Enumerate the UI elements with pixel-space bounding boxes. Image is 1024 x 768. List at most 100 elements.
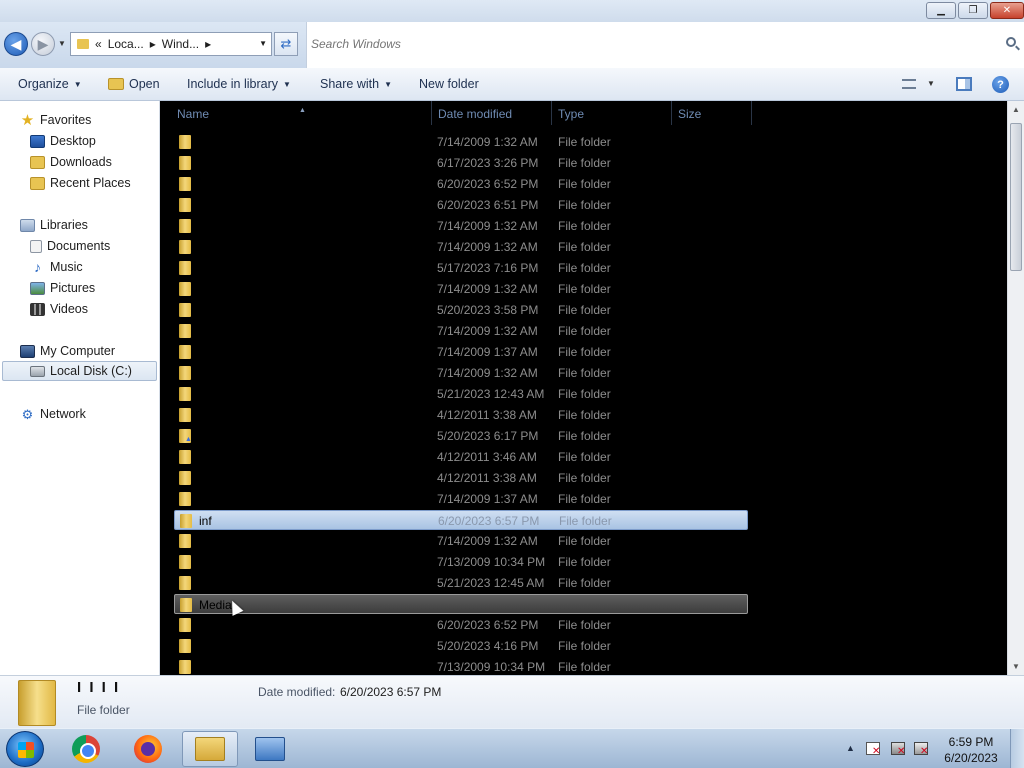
search-icon[interactable] bbox=[1006, 37, 1016, 47]
column-size[interactable]: Size bbox=[678, 107, 701, 121]
column-headers: ▲ Name Date modified Type Size bbox=[160, 101, 1007, 125]
taskbar-explorer[interactable] bbox=[182, 731, 238, 767]
file-name: inf bbox=[199, 514, 212, 528]
column-name[interactable]: Name bbox=[177, 107, 209, 121]
file-type: File folder bbox=[558, 555, 611, 569]
taskbar-chrome[interactable] bbox=[58, 731, 114, 767]
share-with-button[interactable]: Share with ▼ bbox=[320, 77, 392, 91]
view-options-dropdown[interactable]: ▼ bbox=[927, 79, 935, 88]
file-row[interactable]: 7/14/2009 1:32 AM File folder bbox=[174, 531, 748, 551]
file-row[interactable]: 4/12/2011 3:46 AM File folder bbox=[174, 447, 748, 467]
show-hidden-icons[interactable]: ▲ bbox=[846, 743, 855, 753]
recent-pages-dropdown[interactable]: ▼ bbox=[58, 39, 66, 48]
file-row[interactable]: 7/13/2009 10:34 PM File folder bbox=[174, 552, 748, 572]
nav-label: Documents bbox=[47, 239, 111, 253]
column-divider[interactable] bbox=[551, 101, 552, 125]
file-row[interactable]: 6/20/2023 6:51 PM File folder bbox=[174, 195, 748, 215]
file-row[interactable]: 6/20/2023 6:52 PM File folder bbox=[174, 174, 748, 194]
address-dropdown-icon[interactable]: ▼ bbox=[259, 39, 267, 48]
file-row[interactable]: 5/21/2023 12:43 AM File folder bbox=[174, 384, 748, 404]
column-date-modified[interactable]: Date modified bbox=[438, 107, 512, 121]
breadcrumb-separator[interactable]: ▸ bbox=[205, 37, 211, 51]
search-box bbox=[306, 22, 1024, 68]
file-row[interactable]: inf 6/20/2023 6:57 PM File folder bbox=[174, 510, 748, 530]
file-date-modified: 6/20/2023 6:52 PM bbox=[437, 618, 539, 632]
nav-downloads[interactable]: Downloads bbox=[30, 152, 112, 172]
breadcrumb-windows[interactable]: Wind... bbox=[162, 37, 199, 51]
close-button[interactable]: ✕ bbox=[990, 2, 1024, 19]
help-icon[interactable]: ? bbox=[992, 76, 1009, 93]
scroll-up-icon[interactable]: ▲ bbox=[1012, 105, 1020, 114]
nav-local-disk[interactable]: Local Disk (C:) bbox=[2, 361, 157, 381]
file-row[interactable]: 5/21/2023 12:45 AM File folder bbox=[174, 573, 748, 593]
folder-icon bbox=[179, 345, 191, 359]
vertical-scrollbar[interactable]: ▲ ▼ bbox=[1007, 101, 1024, 675]
file-row[interactable]: 6/20/2023 6:52 PM File folder bbox=[174, 615, 748, 635]
volume-icon[interactable] bbox=[914, 742, 928, 757]
nav-music[interactable]: ♪ Music bbox=[30, 257, 83, 277]
file-row[interactable]: 7/14/2009 1:37 AM File folder bbox=[174, 342, 748, 362]
command-bar: Organize ▼ Open Include in library ▼ Share… bbox=[0, 68, 1024, 101]
scroll-down-icon[interactable]: ▼ bbox=[1012, 662, 1020, 671]
file-row[interactable]: ▲ 5/20/2023 6:17 PM File folder bbox=[174, 426, 748, 446]
nav-recent-places[interactable]: Recent Places bbox=[30, 173, 131, 193]
refresh-button[interactable]: ⇄ bbox=[274, 32, 298, 56]
minimize-button[interactable]: ▁ bbox=[926, 2, 956, 19]
column-divider[interactable] bbox=[431, 101, 432, 125]
back-button[interactable]: ◀ bbox=[4, 32, 28, 56]
file-row[interactable]: 7/14/2009 1:32 AM File folder bbox=[174, 132, 748, 152]
new-folder-button[interactable]: New folder bbox=[419, 77, 479, 91]
change-view-icon[interactable] bbox=[902, 79, 916, 89]
taskbar-firefox[interactable] bbox=[120, 731, 176, 767]
file-row[interactable]: 7/14/2009 1:32 AM File folder bbox=[174, 237, 748, 257]
recent-places-icon bbox=[30, 176, 45, 190]
file-row[interactable]: 5/20/2023 4:16 PM File folder bbox=[174, 636, 748, 656]
nav-favorites[interactable]: ★ Favorites bbox=[20, 110, 92, 130]
start-button[interactable] bbox=[6, 731, 44, 767]
organize-button[interactable]: Organize ▼ bbox=[18, 77, 82, 91]
file-row[interactable]: 4/12/2011 3:38 AM File folder bbox=[174, 405, 748, 425]
nav-network[interactable]: ⚙ Network bbox=[20, 404, 86, 424]
file-row[interactable]: 5/17/2023 7:16 PM File folder bbox=[174, 258, 748, 278]
preview-pane-icon[interactable] bbox=[956, 77, 972, 91]
search-input[interactable] bbox=[311, 34, 1001, 54]
file-row[interactable]: 7/14/2009 1:37 AM File folder bbox=[174, 489, 748, 509]
file-row[interactable]: Media bbox=[174, 594, 748, 614]
file-row[interactable]: 4/12/2011 3:38 AM File folder bbox=[174, 468, 748, 488]
file-date-modified: 5/20/2023 3:58 PM bbox=[437, 303, 539, 317]
file-row[interactable]: 5/20/2023 3:58 PM File folder bbox=[174, 300, 748, 320]
file-row[interactable]: 7/14/2009 1:32 AM File folder bbox=[174, 216, 748, 236]
refresh-icon: ⇄ bbox=[280, 36, 292, 51]
nav-desktop[interactable]: Desktop bbox=[30, 131, 96, 151]
nav-videos[interactable]: Videos bbox=[30, 299, 88, 319]
breadcrumb-separator[interactable]: ▸ bbox=[150, 37, 156, 51]
file-row[interactable]: 7/13/2009 10:34 PM File folder bbox=[174, 657, 748, 675]
scrollbar-thumb[interactable] bbox=[1010, 123, 1022, 271]
column-divider[interactable] bbox=[671, 101, 672, 125]
address-bar[interactable]: « Loca... ▸ Wind... ▸ ▼ bbox=[70, 32, 272, 56]
nav-label: Music bbox=[50, 260, 83, 274]
taskbar-remote-desktop[interactable] bbox=[242, 731, 298, 767]
nav-libraries[interactable]: Libraries bbox=[20, 215, 88, 235]
column-type[interactable]: Type bbox=[558, 107, 584, 121]
breadcrumb-local-disk[interactable]: Loca... bbox=[108, 37, 144, 51]
folder-icon bbox=[179, 261, 191, 275]
clock-date: 6/20/2023 bbox=[944, 751, 998, 765]
action-center-icon[interactable] bbox=[866, 742, 880, 757]
nav-my-computer[interactable]: My Computer bbox=[20, 341, 115, 361]
file-row[interactable]: 6/17/2023 3:26 PM File folder bbox=[174, 153, 748, 173]
file-row[interactable]: 7/14/2009 1:32 AM File folder bbox=[174, 279, 748, 299]
network-tray-icon[interactable] bbox=[891, 742, 905, 757]
nav-documents[interactable]: Documents bbox=[30, 236, 110, 256]
maximize-button[interactable]: ❐ bbox=[958, 2, 988, 19]
breadcrumb-overflow[interactable]: « bbox=[95, 37, 102, 51]
show-desktop-button[interactable] bbox=[1010, 729, 1024, 768]
open-button[interactable]: Open bbox=[108, 77, 160, 91]
nav-pictures[interactable]: Pictures bbox=[30, 278, 95, 298]
column-divider[interactable] bbox=[751, 101, 752, 125]
file-row[interactable]: 7/14/2009 1:32 AM File folder bbox=[174, 321, 748, 341]
forward-button[interactable]: ▶ bbox=[31, 32, 55, 56]
file-row[interactable]: 7/14/2009 1:32 AM File folder bbox=[174, 363, 748, 383]
include-in-library-button[interactable]: Include in library ▼ bbox=[187, 77, 291, 91]
clock[interactable]: 6:59 PM 6/20/2023 bbox=[940, 734, 1002, 766]
